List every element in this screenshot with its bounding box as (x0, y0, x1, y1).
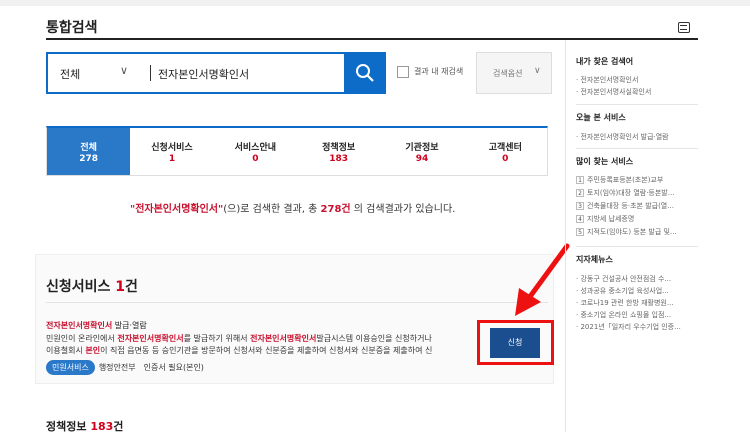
sidebar-divider (576, 104, 698, 105)
chevron-down-icon[interactable]: ∨ (120, 64, 128, 77)
search-divider (150, 65, 151, 81)
search-bar: 전체 ∨ 전자본인서명확인서 (46, 52, 386, 94)
tab-label: 기관정보 (405, 143, 439, 153)
summary-text: (으)로 검색한 결과, 총 (223, 204, 321, 215)
sidebar-news-item[interactable]: · 코로나19 관련 한방 재활병원... (576, 298, 674, 308)
tab-count: 0 (252, 154, 259, 164)
section-title-apply: 신청서비스 1건 (46, 276, 138, 296)
summary-text: 의 검색결과가 있습니다. (350, 204, 456, 215)
sidebar: 내가 찾은 검색어 · 전자본인서명확인서 · 전자본인서명사실확인서 오늘 본… (565, 40, 750, 432)
sidebar-news-item[interactable]: · 강동구 건설공사 안전점검 수... (576, 274, 671, 284)
sidebar-recent-item[interactable]: · 전자본인서명사실확인서 (576, 87, 651, 97)
search-scope-select[interactable]: 전체 (60, 66, 80, 82)
desc-highlight: 본인 (85, 346, 101, 355)
recheck-label: 결과 내 재검색 (414, 67, 464, 76)
sidebar-news-item[interactable]: · 성과공유 중소기업 육성사업... (576, 286, 669, 296)
sidebar-popular-item[interactable]: 2 토지(임야)대장 열람·등본발... (576, 188, 674, 198)
chevron-down-icon: ∨ (534, 66, 541, 76)
search-options-label: 검색옵션 (493, 69, 523, 78)
result-tags: 민원서비스 행정안전부 인증서 필요(본인) (46, 360, 212, 375)
sidebar-popular-item[interactable]: 1 주민등록표등본(초본)교부 (576, 175, 663, 185)
desc-text: 발급시스템 이용승인을 신청하거나 (316, 334, 432, 343)
cert-required-label: 인증서 필요(본인) (143, 363, 204, 372)
sidebar-popular-item[interactable]: 4 지방세 납세증명 (576, 214, 634, 224)
tab-count: 94 (415, 154, 429, 164)
tab-label: 정책정보 (322, 143, 356, 153)
summary-total: 278건 (320, 204, 351, 215)
page-title: 통합검색 (46, 20, 98, 36)
section-count: 183 (90, 420, 114, 432)
sidebar-news-item[interactable]: · 중소기업 온라인 쇼핑몰 입점... (576, 310, 671, 320)
section-divider (46, 302, 548, 303)
tab-label: 고객센터 (488, 143, 522, 153)
sidebar-popular-item[interactable]: 3 건축물대장 등·초본 발급(열... (576, 201, 674, 211)
tab-label: 전체 (80, 143, 97, 153)
tab-label: 신청서비스 (151, 143, 193, 153)
search-icon (356, 64, 374, 82)
sidebar-divider (576, 246, 698, 247)
tab-policy-info[interactable]: 정책정보 183 (297, 128, 380, 175)
desc-text: 를 발급하기 위해서 (183, 334, 251, 343)
section-unit: 건 (125, 279, 138, 295)
tab-count: 0 (502, 154, 509, 164)
recheck-checkbox[interactable] (397, 66, 409, 78)
sidebar-popular-item[interactable]: 5 지적도(임야도) 등본 발급 및... (576, 227, 677, 237)
desc-text: 이 직접 읍면동 등 승인기관을 방문하여 신청서와 신분증을 제출하여 신청서… (100, 346, 433, 355)
sidebar-recent-item[interactable]: · 전자본인서명확인서 (576, 75, 638, 85)
annotation-highlight-box (477, 320, 554, 365)
sidebar-news-title: 지자체뉴스 (576, 255, 613, 264)
summary-query: "전자본인서명확인서" (130, 204, 224, 215)
tab-label: 서비스안내 (234, 143, 277, 153)
result-title-rest: 발급·열람 (112, 321, 147, 330)
section-title-text: 정책정보 (46, 420, 87, 432)
sidebar-today-title: 오늘 본 서비스 (576, 113, 626, 122)
result-description: 민원인이 온라인에서 전자본인서명확인서를 발급하기 위해서 전자본인서명확인서… (46, 333, 476, 357)
agency-label: 행정안전부 (98, 363, 136, 372)
tab-service-guide[interactable]: 서비스안내 0 (214, 128, 297, 175)
tab-count: 183 (329, 154, 349, 164)
tab-count: 278 (79, 154, 99, 164)
search-input[interactable]: 전자본인서명확인서 (158, 66, 249, 82)
tab-customer-center[interactable]: 고객센터 0 (464, 128, 547, 175)
search-summary: "전자본인서명확인서"(으)로 검색한 결과, 총 278건 의 검색결과가 있… (130, 200, 455, 215)
top-bar (0, 0, 750, 6)
desc-text: 민원인이 온라인에서 (46, 334, 118, 343)
tab-apply-service[interactable]: 신청서비스 1 (130, 128, 213, 175)
search-button[interactable] (344, 52, 386, 94)
desc-highlight: 전자본인서명확인서 (250, 334, 317, 343)
print-icon[interactable] (678, 22, 690, 33)
tab-all[interactable]: 전체 278 (47, 128, 131, 175)
search-options-button[interactable]: 검색옵션 ∨ (476, 52, 552, 94)
category-badge: 민원서비스 (46, 360, 95, 375)
sidebar-popular-title: 많이 찾는 서비스 (576, 157, 634, 166)
sidebar-divider (576, 148, 698, 149)
section-title-text: 신청서비스 (46, 279, 111, 295)
sidebar-recent-title: 내가 찾은 검색어 (576, 57, 634, 66)
desc-highlight: 전자본인서명확인서 (117, 334, 184, 343)
tab-count: 1 (168, 154, 176, 164)
sidebar-today-item[interactable]: · 전자본인서명확인서 발급·열람 (576, 132, 669, 142)
result-tabs: 전체 278 신청서비스 1 서비스안내 0 정책정보 183 기관정보 94 … (46, 126, 548, 176)
section-count: 1 (115, 279, 126, 295)
section-title-policy: 정책정보 183건 (46, 418, 123, 432)
desc-text: 이용철회시 (46, 346, 86, 355)
tab-agency-info[interactable]: 기관정보 94 (380, 128, 463, 175)
result-title[interactable]: 전자본인서명확인서 발급·열람 (46, 320, 147, 331)
result-title-highlight: 전자본인서명확인서 (46, 321, 113, 330)
section-unit: 건 (113, 420, 124, 432)
sidebar-news-item[interactable]: · 2021년「일자리 우수기업 인증... (576, 322, 681, 332)
